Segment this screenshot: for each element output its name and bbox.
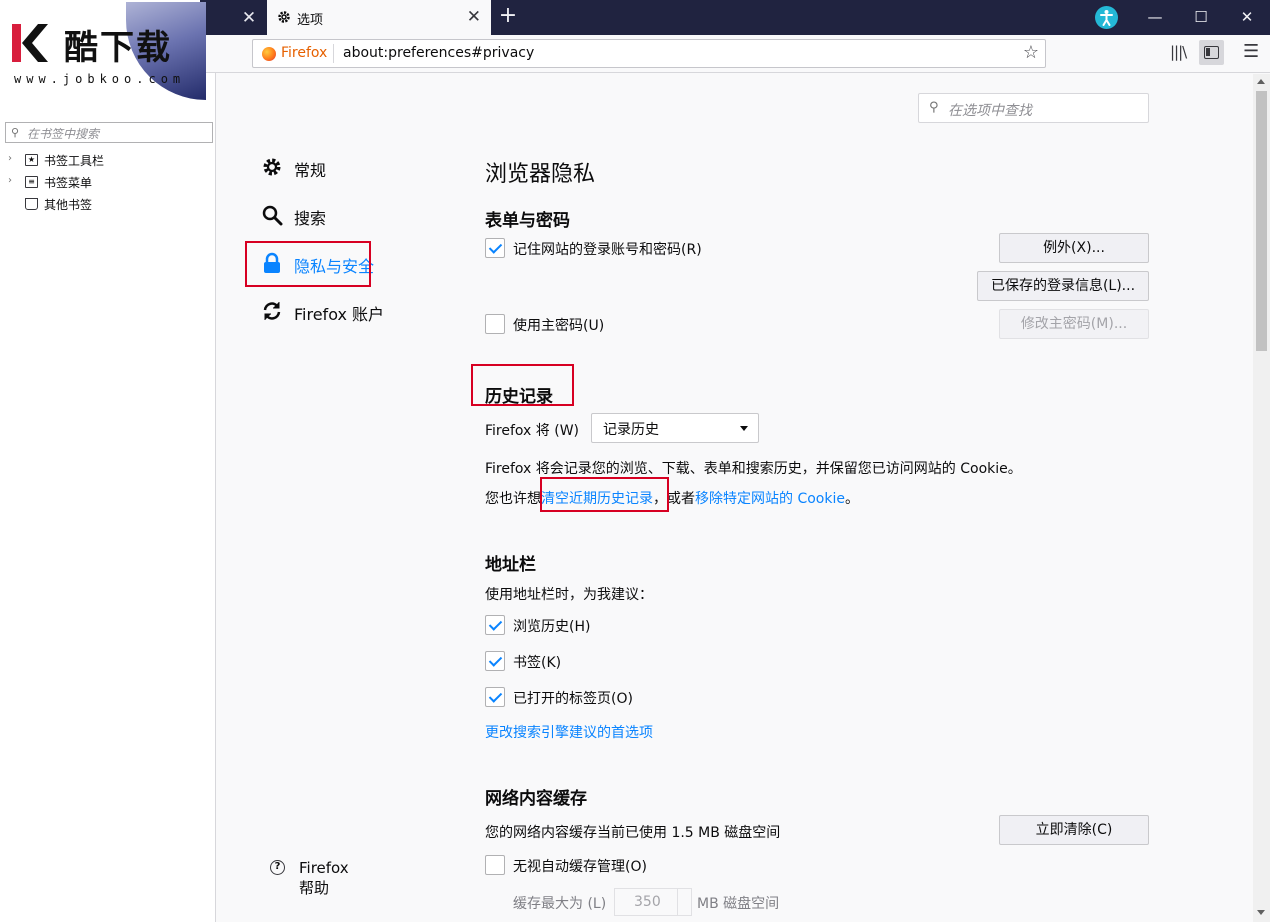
firefox-logo-icon xyxy=(262,47,276,61)
history-mode-value: 记录历史 xyxy=(603,422,659,438)
search-icon xyxy=(262,205,283,226)
spinner-arrows-icon[interactable] xyxy=(677,889,691,915)
tab-options[interactable]: 选项 ✕ xyxy=(267,0,491,35)
maximize-button[interactable]: ☐ xyxy=(1178,0,1224,35)
clear-cache-button[interactable]: 立即清除(C) xyxy=(999,815,1149,845)
vertical-scrollbar[interactable] xyxy=(1253,74,1270,922)
accessibility-icon[interactable] xyxy=(1095,6,1118,29)
bookmark-search-input[interactable]: ⚲ 在书签中搜索 xyxy=(5,122,213,143)
saved-logins-button[interactable]: 已保存的登录信息(L)... xyxy=(977,271,1149,301)
bookmark-menu-icon: ≡ xyxy=(25,176,38,188)
checkbox-unchecked[interactable] xyxy=(485,855,505,875)
library-icon[interactable]: |||\ xyxy=(1170,43,1187,61)
close-tab-icon[interactable]: ✕ xyxy=(467,7,481,27)
addressbar-heading: 地址栏 xyxy=(485,555,536,575)
preferences-search-input[interactable]: ⚲ 在选项中查找 xyxy=(918,93,1149,123)
cache-limit-unit: MB 磁盘空间 xyxy=(697,896,780,912)
history-suggestion-end: 。 xyxy=(844,491,859,507)
scroll-thumb[interactable] xyxy=(1256,91,1267,351)
gear-icon xyxy=(278,11,290,23)
forms-heading: 表单与密码 xyxy=(485,211,570,231)
checkbox-unchecked[interactable] xyxy=(485,314,505,334)
scroll-down-icon[interactable] xyxy=(1257,910,1265,915)
checkbox-checked[interactable] xyxy=(485,687,505,707)
help-label: Firefox 帮助 xyxy=(299,859,349,897)
highlight-box-clear-history xyxy=(540,477,669,512)
checkbox-label: 书签(K) xyxy=(513,655,562,671)
highlight-box-privacy xyxy=(245,241,371,287)
new-tab-button[interactable]: + xyxy=(497,5,519,27)
change-master-password-button[interactable]: 修改主密码(M)... xyxy=(999,309,1149,339)
search-icon: ⚲ xyxy=(929,100,939,115)
page-title: 浏览器隐私 xyxy=(485,162,596,187)
category-label: 常规 xyxy=(294,161,327,180)
checkbox-label: 已打开的标签页(O) xyxy=(513,691,633,707)
sidebar-item-label: 书签菜单 xyxy=(44,176,93,190)
search-icon: ⚲ xyxy=(11,126,20,139)
checkbox-checked[interactable] xyxy=(485,238,505,258)
preferences-search-placeholder: 在选项中查找 xyxy=(948,103,1032,119)
chevron-right-icon[interactable]: › xyxy=(8,175,16,186)
bookmark-toolbar-icon: ★ xyxy=(25,154,38,166)
url-text[interactable]: about:preferences#privacy xyxy=(343,45,534,61)
watermark-logo: 酷下载 www.jobkoo.com xyxy=(0,0,206,100)
logo-mark-icon xyxy=(12,24,48,62)
sidebar-item-label: 其他书签 xyxy=(44,198,93,212)
history-description: Firefox 将会记录您的浏览、下载、表单和搜索历史，并保留您已访问网站的 C… xyxy=(485,461,1022,477)
checkbox-checked[interactable] xyxy=(485,651,505,671)
url-bar[interactable]: Firefox about:preferences#privacy ☆ xyxy=(252,39,1046,68)
hamburger-menu-icon[interactable]: ☰ xyxy=(1243,41,1259,62)
bookmarks-sidebar: ⚲ 在书签中搜索 › ★ 书签工具栏 › ≡ 书签菜单 其他书签 xyxy=(0,73,216,922)
addressbar-intro: 使用地址栏时，为我建议： xyxy=(485,587,653,603)
history-suggestion-prefix: 您也许想 xyxy=(485,491,541,507)
history-mode-label: Firefox 将 (W) xyxy=(485,423,580,439)
cache-limit-input[interactable]: 350 xyxy=(614,888,692,916)
search-suggestion-prefs-link[interactable]: 更改搜索引擎建议的首选项 xyxy=(485,722,653,742)
close-window-button[interactable]: ✕ xyxy=(1224,0,1270,35)
checkbox-label: 无视自动缓存管理(O) xyxy=(513,859,647,875)
sidebar-toggle-icon[interactable] xyxy=(1199,40,1224,65)
history-mode-select[interactable]: 记录历史 xyxy=(591,413,759,443)
checkbox-label: 浏览历史(H) xyxy=(513,619,591,635)
checkbox-label: 使用主密码(U) xyxy=(513,318,605,334)
preferences-content: ⚲ 在选项中查找 常规 搜索 隐私与安全 Firefox 账户 ? Firefo… xyxy=(217,74,1253,922)
cache-usage-text: 您的网络内容缓存当前已使用 1.5 MB 磁盘空间 xyxy=(485,825,781,841)
identity-label[interactable]: Firefox xyxy=(281,45,327,61)
url-separator xyxy=(333,44,334,63)
cache-heading: 网络内容缓存 xyxy=(485,789,587,809)
exceptions-button[interactable]: 例外(X)... xyxy=(999,233,1149,263)
chevron-down-icon xyxy=(740,426,748,431)
bookmark-search-placeholder: 在书签中搜索 xyxy=(27,127,100,141)
logo-brand: 酷下载 xyxy=(64,28,172,68)
gear-icon xyxy=(263,158,281,176)
tab-title: 选项 xyxy=(297,13,324,28)
checkbox-checked[interactable] xyxy=(485,615,505,635)
cache-limit-value: 350 xyxy=(634,894,661,910)
highlight-box-history xyxy=(471,364,574,406)
logo-site: www.jobkoo.com xyxy=(14,72,186,86)
sync-icon xyxy=(263,302,281,320)
minimize-button[interactable]: — xyxy=(1132,0,1178,35)
checkbox-label: 记住网站的登录账号和密码(R) xyxy=(513,242,702,258)
close-tab-icon[interactable]: ✕ xyxy=(238,9,260,27)
cache-limit-label: 缓存最大为 (L) xyxy=(513,896,607,912)
remove-cookie-link[interactable]: 移除特定网站的 Cookie xyxy=(695,491,845,507)
scroll-up-icon[interactable] xyxy=(1257,79,1265,84)
other-bookmarks-icon xyxy=(25,198,38,210)
category-label: 搜索 xyxy=(294,209,327,228)
sidebar-item-label: 书签工具栏 xyxy=(44,154,105,168)
bookmark-star-icon[interactable]: ☆ xyxy=(1023,42,1039,63)
chevron-right-icon[interactable]: › xyxy=(8,153,16,164)
help-icon: ? xyxy=(270,860,285,875)
category-label: Firefox 账户 xyxy=(294,305,385,324)
